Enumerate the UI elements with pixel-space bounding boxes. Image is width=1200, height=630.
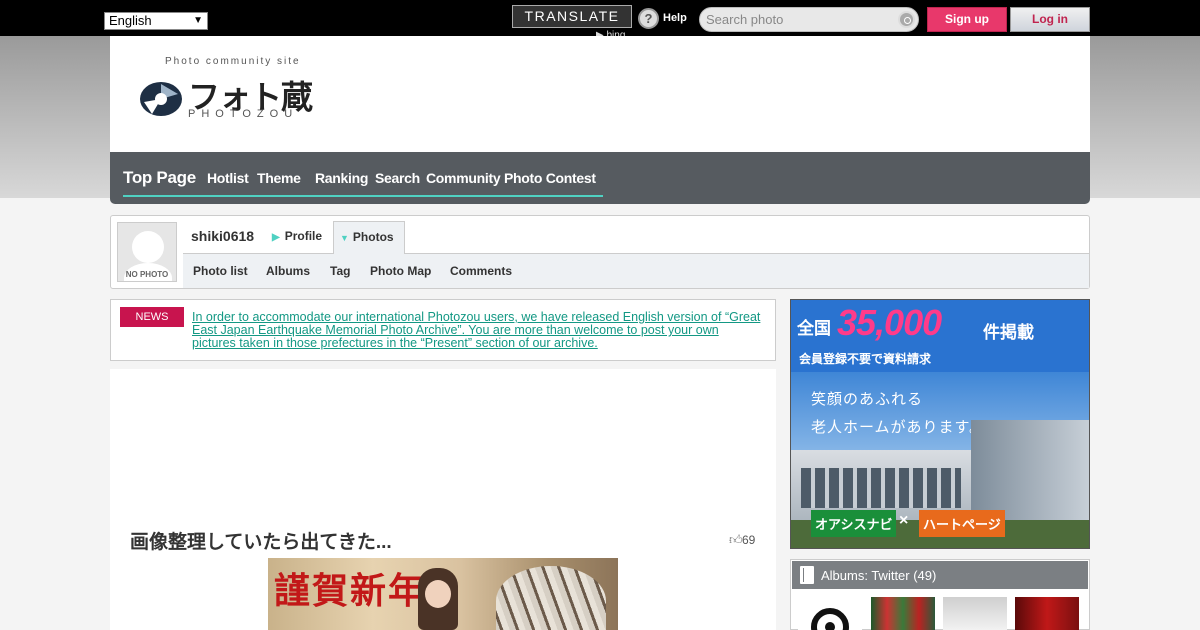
ad-subtitle: 会員登録不要で資料請求 bbox=[799, 352, 932, 366]
news-link[interactable]: In order to accommodate our internationa… bbox=[192, 311, 762, 350]
albums-title[interactable]: Albums: Twitter (49) bbox=[821, 568, 936, 583]
subnav-tag[interactable]: Tag bbox=[330, 264, 350, 278]
triangle-down-icon: ▼ bbox=[340, 233, 349, 243]
subnav-photo-map[interactable]: Photo Map bbox=[370, 264, 431, 278]
ad-brand-2: ハートページ bbox=[919, 510, 1005, 537]
fav-count: 69 bbox=[742, 533, 756, 547]
search-input[interactable]: Search photo bbox=[699, 7, 919, 32]
main-nav: Top Page Hotlist Theme Ranking Search Co… bbox=[110, 152, 1090, 204]
album-thumb-2[interactable] bbox=[871, 597, 935, 630]
nav-active-underline bbox=[123, 195, 603, 197]
tab-photos[interactable]: ▼ Photos bbox=[333, 221, 405, 254]
avatar-text: NO PHOTO bbox=[125, 270, 169, 279]
language-select[interactable]: English ▼ bbox=[104, 12, 208, 30]
subnav-comments[interactable]: Comments bbox=[450, 264, 512, 278]
nav-community[interactable]: Community bbox=[426, 170, 501, 186]
language-select-value: English bbox=[109, 13, 152, 28]
tab-photos-label: Photos bbox=[352, 230, 394, 244]
profile-sub-nav bbox=[183, 253, 1089, 288]
tab-profile[interactable]: ▶ Profile bbox=[272, 229, 322, 243]
ad-line-1: 笑顔のあふれる bbox=[811, 391, 924, 408]
ad-banner[interactable]: 全国 35,000 件掲載 会員登録不要で資料請求 笑顔のあふれる 老人ホームが… bbox=[790, 299, 1090, 549]
album-thumb-4[interactable] bbox=[1015, 597, 1079, 630]
avatar-head bbox=[132, 231, 164, 263]
ad-building-windows bbox=[801, 468, 961, 508]
album-thumb-biohazard[interactable] bbox=[798, 597, 862, 630]
book-icon bbox=[800, 566, 814, 584]
nav-photo-contest[interactable]: Photo Contest bbox=[504, 170, 596, 186]
avatar[interactable]: NO PHOTO bbox=[117, 222, 177, 282]
login-button[interactable]: Log in bbox=[1010, 7, 1090, 32]
subnav-photo-list[interactable]: Photo list bbox=[193, 264, 248, 278]
subnav-albums[interactable]: Albums bbox=[266, 264, 310, 278]
nav-hotlist[interactable]: Hotlist bbox=[207, 170, 249, 186]
album-thumb-3[interactable] bbox=[943, 597, 1007, 630]
news-badge: NEWS bbox=[120, 307, 184, 327]
username[interactable]: shiki0618 bbox=[191, 228, 254, 244]
search-icon[interactable] bbox=[898, 11, 915, 28]
photozou-logo-icon[interactable] bbox=[138, 80, 184, 118]
nav-ranking[interactable]: Ranking bbox=[315, 170, 368, 186]
nav-search[interactable]: Search bbox=[375, 170, 420, 186]
photo-tiger bbox=[496, 566, 606, 630]
photo-image[interactable]: 謹賀新年 bbox=[268, 558, 618, 630]
logo-name-en: PHOTOZOU bbox=[188, 108, 299, 120]
nav-theme[interactable]: Theme bbox=[257, 170, 301, 186]
ad-logos: オアシスナビ × ハートページ bbox=[811, 510, 1081, 537]
triangle-right-icon: ▶ bbox=[272, 232, 280, 243]
signup-button[interactable]: Sign up bbox=[927, 7, 1007, 32]
biohazard-icon bbox=[811, 608, 849, 630]
ad-tail: 件掲載 bbox=[983, 323, 1034, 342]
help-icon[interactable]: ? bbox=[638, 8, 659, 29]
ad-cross: × bbox=[899, 512, 909, 529]
ad-number: 35,000 bbox=[837, 302, 942, 343]
ad-head: 全国 bbox=[797, 319, 831, 338]
logo-tagline: Photo community site bbox=[165, 56, 301, 67]
dropdown-arrow-icon: ▼ bbox=[193, 15, 203, 26]
ad-line-2: 老人ホームがあります。 bbox=[811, 419, 986, 436]
photo-figure-face bbox=[425, 580, 451, 608]
thumb-icon[interactable]: 👍︎ bbox=[729, 532, 743, 548]
translate-button[interactable]: TRANSLATE bbox=[512, 5, 632, 28]
photo-image-text: 謹賀新年 bbox=[274, 570, 427, 612]
help-link[interactable]: Help bbox=[663, 12, 687, 24]
nav-top-page[interactable]: Top Page bbox=[123, 168, 196, 188]
ad-brand-1: オアシスナビ bbox=[811, 510, 897, 537]
tab-profile-label: Profile bbox=[284, 229, 323, 243]
search-placeholder: Search photo bbox=[706, 12, 784, 27]
photo-title[interactable]: 画像整理していたら出てきた... bbox=[130, 527, 392, 554]
